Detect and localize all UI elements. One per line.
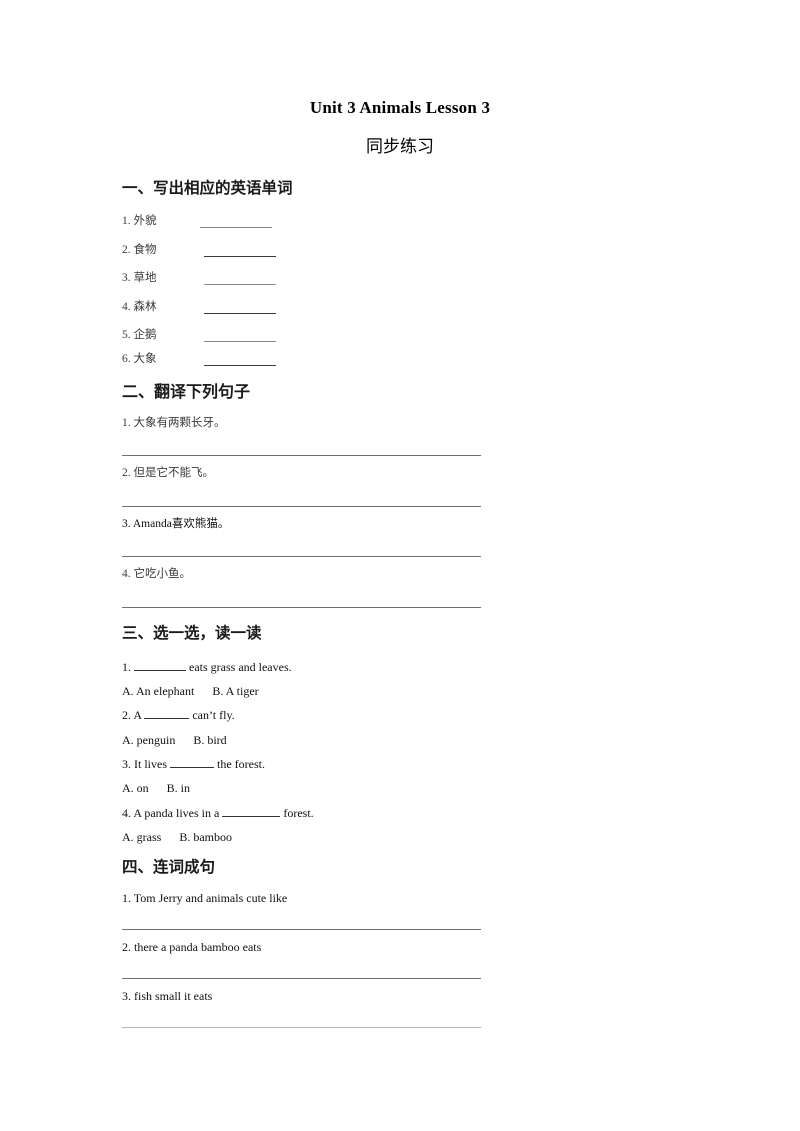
mc-options-2: A. penguin B. bird xyxy=(122,733,227,748)
mc-options-1: A. An elephant B. A tiger xyxy=(122,684,259,699)
vocab-blank-1[interactable] xyxy=(200,227,272,228)
translate-item-1-number: 1. xyxy=(122,417,131,429)
mc-question-2-number: 2. xyxy=(122,708,131,722)
vocab-blank-4[interactable] xyxy=(204,313,276,314)
mc-option-4-a[interactable]: A. grass xyxy=(122,830,161,844)
vocab-item-4-number: 4. xyxy=(122,301,131,313)
mc-option-1-a[interactable]: A. An elephant xyxy=(122,684,194,698)
scramble-item-3-text: fish small it eats xyxy=(134,989,213,1003)
scramble-item-2: 2. there a panda bamboo eats xyxy=(122,940,261,955)
mc-question-1: 1. eats grass and leaves. xyxy=(122,660,292,675)
vocab-item-6-text: 大象 xyxy=(133,353,157,365)
translate-item-4: 4. 它吃小鱼。 xyxy=(122,567,191,581)
vocab-item-3-text: 草地 xyxy=(133,272,157,284)
vocab-item-6-number: 6. xyxy=(122,353,131,365)
section-heading-1: 一、写出相应的英语单词 xyxy=(122,180,293,197)
scramble-answer-line-3[interactable] xyxy=(122,1027,481,1028)
scramble-item-1: 1. Tom Jerry and animals cute like xyxy=(122,891,287,906)
translate-item-1: 1. 大象有两颗长牙。 xyxy=(122,416,226,430)
mc-question-3-number: 3. xyxy=(122,757,131,771)
page-subtitle: 同步练习 xyxy=(366,137,434,156)
mc-option-2-b[interactable]: B. bird xyxy=(193,733,226,747)
vocab-blank-6[interactable] xyxy=(204,365,276,366)
mc-option-3-b[interactable]: B. in xyxy=(167,781,190,795)
mc-question-4-after: forest. xyxy=(283,806,314,820)
vocab-item-5: 5. 企鹅 xyxy=(122,328,157,342)
mc-question-3-blank[interactable] xyxy=(170,767,214,768)
mc-question-2-before: A xyxy=(133,708,142,722)
mc-question-4: 4. A panda lives in a forest. xyxy=(122,806,314,821)
mc-option-3-a[interactable]: A. on xyxy=(122,781,149,795)
vocab-item-3-number: 3. xyxy=(122,272,131,284)
vocab-item-2: 2. 食物 xyxy=(122,243,157,257)
vocab-blank-5[interactable] xyxy=(204,341,276,342)
translate-answer-line-4[interactable] xyxy=(122,607,481,608)
mc-options-4: A. grass B. bamboo xyxy=(122,830,232,845)
scramble-answer-line-1[interactable] xyxy=(122,929,481,930)
mc-question-4-before: A panda lives in a xyxy=(133,806,220,820)
scramble-item-2-text: there a panda bamboo eats xyxy=(134,940,262,954)
vocab-item-6: 6. 大象 xyxy=(122,352,157,366)
mc-options-3: A. on B. in xyxy=(122,781,190,796)
mc-question-2-after: can’t fly. xyxy=(192,708,235,722)
vocab-item-1-number: 1. xyxy=(122,215,131,227)
worksheet-page: Unit 3 Animals Lesson 3 同步练习 一、写出相应的英语单词… xyxy=(0,0,800,1131)
scramble-item-1-number: 1. xyxy=(122,891,131,905)
scramble-item-3: 3. fish small it eats xyxy=(122,989,212,1004)
vocab-item-2-text: 食物 xyxy=(133,244,157,256)
translate-item-2-text: 但是它不能飞。 xyxy=(133,467,215,479)
mc-option-4-b[interactable]: B. bamboo xyxy=(179,830,232,844)
section-heading-2: 二、翻译下列句子 xyxy=(122,384,251,401)
mc-question-1-number: 1. xyxy=(122,660,131,674)
translate-item-1-text: 大象有两颗长牙。 xyxy=(133,417,226,429)
translate-item-3-number: 3. xyxy=(122,518,131,530)
section-heading-3: 三、选一选，读一读 xyxy=(122,625,262,642)
translate-item-2: 2. 但是它不能飞。 xyxy=(122,466,214,480)
translate-item-4-number: 4. xyxy=(122,568,131,580)
translate-item-4-text: 它吃小鱼。 xyxy=(133,568,192,580)
vocab-item-4: 4. 森林 xyxy=(122,300,157,314)
vocab-blank-2[interactable] xyxy=(204,256,276,257)
vocab-item-4-text: 森林 xyxy=(133,301,157,313)
mc-option-2-a[interactable]: A. penguin xyxy=(122,733,175,747)
scramble-answer-line-2[interactable] xyxy=(122,978,481,979)
translate-answer-line-2[interactable] xyxy=(122,506,481,507)
mc-question-1-after: eats grass and leaves. xyxy=(189,660,292,674)
mc-question-2: 2. A can’t fly. xyxy=(122,708,235,723)
page-title: Unit 3 Animals Lesson 3 xyxy=(309,98,491,117)
mc-question-3: 3. It lives the forest. xyxy=(122,757,265,772)
mc-option-1-b[interactable]: B. A tiger xyxy=(212,684,258,698)
vocab-blank-3[interactable] xyxy=(204,284,276,285)
vocab-item-1-text: 外貌 xyxy=(133,215,157,227)
section-heading-4: 四、连词成句 xyxy=(122,859,216,876)
mc-question-3-after: the forest. xyxy=(217,757,265,771)
mc-question-2-blank[interactable] xyxy=(144,718,190,719)
scramble-item-3-number: 3. xyxy=(122,989,131,1003)
mc-question-4-number: 4. xyxy=(122,806,131,820)
translate-item-2-number: 2. xyxy=(122,467,131,479)
vocab-item-2-number: 2. xyxy=(122,244,131,256)
translate-answer-line-1[interactable] xyxy=(122,455,481,456)
vocab-item-3: 3. 草地 xyxy=(122,271,157,285)
vocab-item-1: 1. 外貌 xyxy=(122,214,157,228)
scramble-item-2-number: 2. xyxy=(122,940,131,954)
translate-answer-line-3[interactable] xyxy=(122,556,481,557)
mc-question-4-blank[interactable] xyxy=(222,816,281,817)
translate-item-3: 3. Amanda喜欢熊猫。 xyxy=(122,517,229,531)
mc-question-3-before: It lives xyxy=(134,757,167,771)
vocab-item-5-number: 5. xyxy=(122,329,131,341)
translate-item-3-text: Amanda喜欢熊猫。 xyxy=(132,518,230,530)
scramble-item-1-text: Tom Jerry and animals cute like xyxy=(133,891,288,905)
mc-question-1-blank[interactable] xyxy=(134,670,186,671)
vocab-item-5-text: 企鹅 xyxy=(133,329,157,341)
